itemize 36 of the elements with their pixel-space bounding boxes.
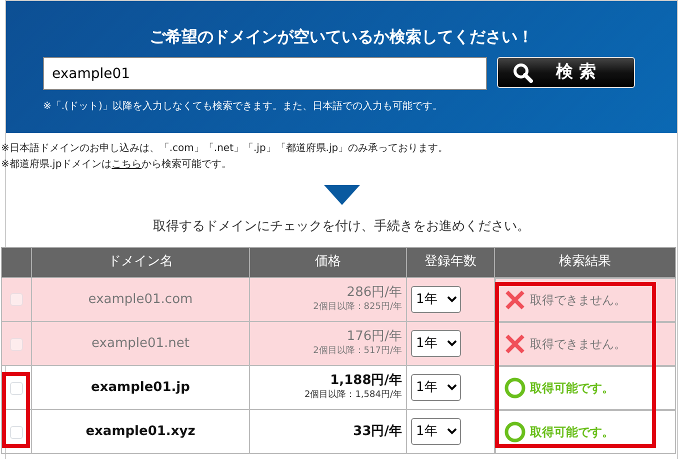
search-field[interactable]: example01 <box>43 57 487 90</box>
price-note: 2個目以降：517円/年 <box>312 344 402 358</box>
search-icon <box>512 62 534 84</box>
domain-cell: example01.xyz <box>32 410 250 454</box>
column-header: ドメイン名 <box>32 247 250 277</box>
price-text: 33円/年 <box>352 424 402 440</box>
result-text: 取得できません。 <box>530 336 626 352</box>
checkbox[interactable] <box>10 426 23 438</box>
result-text: 取得可能です。 <box>530 380 614 396</box>
column-header: 登録年数 <box>406 247 494 277</box>
years-select[interactable]: 1年 <box>411 374 461 401</box>
notice-text: ※都道府県.jpドメインは <box>1 159 112 170</box>
down-arrow-icon <box>324 185 360 205</box>
notice-text: から検索可能です。 <box>142 159 232 170</box>
domain-cell: example01.jp <box>32 366 250 410</box>
checkbox[interactable] <box>10 382 23 394</box>
years-select[interactable]: 1年 <box>411 418 461 445</box>
price-text: 176円/年 <box>346 328 402 345</box>
result-text: 取得可能です。 <box>530 424 614 440</box>
domain-cell: example01.net <box>32 322 250 366</box>
notice-link[interactable]: こちら <box>112 159 142 170</box>
search-heading: ご希望のドメインが空いているか検索してください！ <box>148 26 534 48</box>
price-text: 286円/年 <box>346 284 402 300</box>
domain-cell: example01.com <box>32 277 250 322</box>
price-note: 2個目以降：825円/年 <box>312 300 402 314</box>
search-button[interactable]: 検 索 <box>497 57 635 88</box>
years-select[interactable]: 1年 <box>411 330 461 357</box>
years-select[interactable]: 1年 <box>411 286 461 313</box>
result-text: 取得できません。 <box>530 292 626 308</box>
notice-text: ※日本語ドメインのお申し込みは、「.com」「.net」「.jp」「都道府県.jp」のみ承っております。 <box>1 142 450 156</box>
search-hint: ※「.(ドット)」以降を入力しなくても検索できます。また、日本語での入力も可能です。 <box>42 100 444 114</box>
instruction-text: 取得するドメインにチェックを付け、手続きをお進めください。 <box>152 218 531 236</box>
column-header: 検索結果 <box>494 247 676 277</box>
column-header: 価格 <box>250 247 406 277</box>
price-note: 2個目以降：1,584円/年 <box>303 388 402 402</box>
price-text: 1,188円/年 <box>329 372 402 389</box>
